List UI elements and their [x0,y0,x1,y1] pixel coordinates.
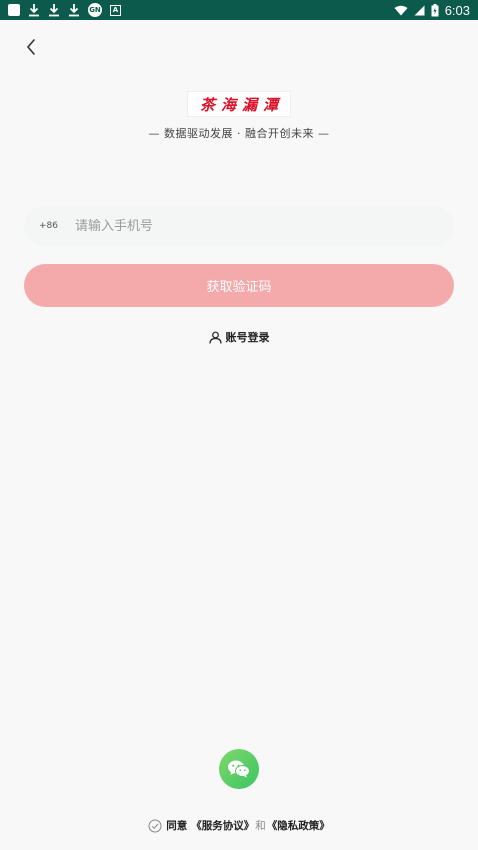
and-label: 和 [255,820,266,832]
account-login-label: 账号登录 [225,331,270,344]
download-icon [69,4,79,17]
app-logo: 茶海漏潭 [187,91,291,117]
notification-square-icon [8,4,20,16]
get-code-button[interactable]: 获取验证码 [24,264,454,307]
agree-label: 同意 [166,820,188,832]
status-system: 6:03 [394,3,470,18]
phone-field: +86 [24,206,454,246]
download-icon [29,4,39,17]
wechat-login-button[interactable] [219,749,259,789]
check-circle-icon[interactable] [148,819,162,833]
country-code[interactable]: +86 [39,221,75,231]
slogan: — 数据驱动发展 · 融合开创未来 — [148,127,330,140]
battery-icon [431,3,439,16]
back-button[interactable] [18,34,44,60]
privacy-policy-link[interactable]: 《隐私政策》 [267,818,330,833]
account-login-link[interactable]: 账号登录 [0,329,478,345]
download-icon [49,4,59,17]
signal-icon [414,5,425,15]
service-agreement-link[interactable]: 《服务协议》 [191,818,254,833]
app-badge-icon: GN [88,3,102,17]
wechat-icon [228,760,250,778]
wifi-icon [394,5,408,15]
user-icon [208,331,222,344]
status-bar: GN A 6:03 [0,0,478,20]
chevron-left-icon [26,39,35,55]
phone-input[interactable] [75,218,405,234]
a-notification-icon: A [110,4,121,16]
status-time: 6:03 [444,2,470,18]
agreement-row: 同意 《服务协议》 和 《隐私政策》 [0,818,478,833]
logo-text: 茶海漏潭 [199,95,284,114]
status-notifications: GN A [8,3,121,17]
